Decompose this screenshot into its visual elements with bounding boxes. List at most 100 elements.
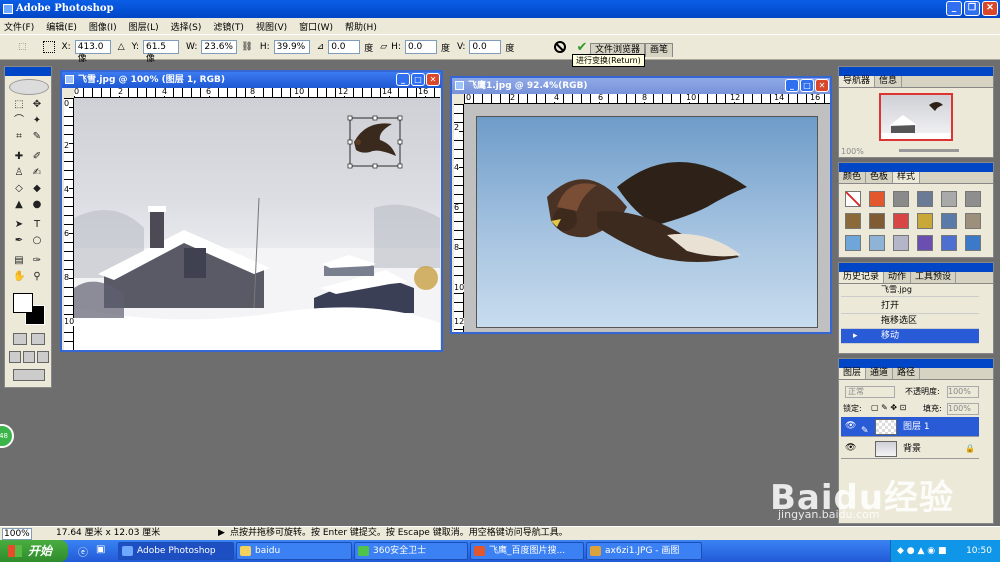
style-swatch[interactable] [845,235,861,251]
history-item-drag-selection[interactable]: 拖移选区 [841,314,979,329]
history-item-move[interactable]: ▸ 移动 [841,329,979,344]
doc1-title-bar[interactable]: 飞雪.jpg @ 100% (图层 1, RGB) _ □ ✕ [62,72,441,88]
tab-styles[interactable]: 样式 [893,172,921,183]
style-swatch[interactable] [845,213,861,229]
menu-edit[interactable]: 编辑(E) [46,20,77,33]
clone-stamp-icon[interactable]: ♙ [13,167,25,179]
doc2-maximize-icon[interactable]: □ [800,79,814,92]
menu-filter[interactable]: 滤镜(T) [213,20,244,33]
photoshop-logo-icon[interactable] [9,79,49,95]
brush-tool-icon[interactable]: ✐ [31,151,43,163]
menu-layer[interactable]: 图层(L) [129,20,159,33]
tab-color[interactable]: 颜色 [839,172,867,183]
standard-mode-icon[interactable] [13,333,27,345]
visibility-eye-icon[interactable]: 👁 [845,443,856,453]
style-swatch[interactable] [965,191,981,207]
slice-tool-icon[interactable]: ✎ [31,131,43,143]
blend-mode-select[interactable]: 正常 [845,386,895,398]
cancel-transform-icon[interactable] [554,41,567,53]
tab-info[interactable]: 信息 [875,76,903,87]
style-swatch[interactable] [917,235,933,251]
tab-actions[interactable]: 动作 [884,272,912,283]
task-paint[interactable]: ax6zi1.JPG - 画图 [586,542,702,560]
style-swatch[interactable] [965,213,981,229]
menu-file[interactable]: 文件(F) [4,20,34,33]
zoom-tool-icon[interactable]: ⚲ [31,271,43,283]
style-swatch[interactable] [845,191,861,207]
doc2-close-icon[interactable]: ✕ [815,79,829,92]
foreground-color-swatch[interactable] [13,293,33,313]
h-field[interactable]: 39.9% [273,40,310,54]
layer-row-background[interactable]: 👁 背景 🔒 [841,439,979,459]
style-swatch[interactable] [869,235,885,251]
screen-mode-full-menu-icon[interactable] [23,351,35,363]
doc1-maximize-icon[interactable]: □ [411,73,425,86]
document-window-eagle[interactable]: 飞鹰1.jpg @ 92.4%(RGB) _ □ ✕ 0 2 4 6 8 10 … [450,76,832,334]
eraser-tool-icon[interactable]: ◇ [13,183,25,195]
style-swatch[interactable] [941,191,957,207]
style-swatch[interactable] [941,213,957,229]
tab-navigator[interactable]: 导航器 [839,76,876,87]
fill-field[interactable]: 100% [947,403,979,415]
move-tool-icon[interactable]: ✥ [31,99,43,111]
screen-mode-full-icon[interactable] [37,351,49,363]
menu-window[interactable]: 窗口(W) [299,20,333,33]
dodge-tool-icon[interactable]: ● [31,199,43,211]
style-swatch[interactable] [917,213,933,229]
minimize-icon[interactable]: _ [946,1,962,16]
brushes-tab[interactable]: 画笔 [645,43,674,57]
rotate-field[interactable]: 0.0 [328,40,361,54]
style-swatch[interactable] [893,191,909,207]
history-brush-icon[interactable]: ✍ [31,167,43,179]
doc1-close-icon[interactable]: ✕ [426,73,440,86]
doc1-minimize-icon[interactable]: _ [396,73,410,86]
jump-to-imageready-icon[interactable] [13,369,45,381]
style-swatch[interactable] [869,213,885,229]
visibility-eye-icon[interactable]: 👁 [845,421,856,431]
style-swatch[interactable] [965,235,981,251]
vskew-field[interactable]: 0.0 [469,40,502,54]
type-tool-icon[interactable]: T [31,219,43,231]
w-field[interactable]: 23.6% [201,40,238,54]
doc2-minimize-icon[interactable]: _ [785,79,799,92]
tab-swatches[interactable]: 色板 [866,172,894,183]
healing-brush-icon[interactable]: ✚ [13,151,25,163]
side-badge[interactable]: 48 [0,424,14,448]
status-zoom-field[interactable]: 100% [2,528,32,540]
navigator-zoom[interactable]: 100% [841,147,864,156]
tab-tool-presets[interactable]: 工具预设 [911,272,957,283]
snow-scene-canvas[interactable] [74,98,440,350]
commit-transform-icon[interactable]: ✔ [576,40,587,55]
task-360[interactable]: 360安全卫士 [354,542,468,560]
eagle-canvas[interactable] [476,116,818,328]
close-icon[interactable]: ✕ [982,1,998,16]
document-window-snow[interactable]: 飞雪.jpg @ 100% (图层 1, RGB) _ □ ✕ 0 2 4 6 … [60,70,443,352]
style-swatch[interactable] [917,191,933,207]
quickmask-mode-icon[interactable] [31,333,45,345]
magic-wand-icon[interactable]: ✦ [31,115,43,127]
style-swatch[interactable] [893,235,909,251]
menu-help[interactable]: 帮助(H) [345,20,377,33]
hskew-field[interactable]: 0.0 [404,40,437,54]
menu-view[interactable]: 视图(V) [256,20,287,33]
navigator-zoom-slider[interactable] [899,149,959,152]
notes-tool-icon[interactable]: ▤ [13,255,25,267]
path-selection-icon[interactable]: ➤ [13,219,25,231]
tab-paths[interactable]: 路径 [893,368,921,379]
lock-icons[interactable]: ▢ ✎ ✥ ⊡ [871,403,906,412]
tab-channels[interactable]: 通道 [866,368,894,379]
y-field[interactable]: 61.5 像 [142,40,179,64]
opacity-field[interactable]: 100% [947,386,979,398]
navigator-thumbnail[interactable] [879,93,953,141]
marquee-tool-icon[interactable]: ⬚ [13,99,25,111]
layer-row-layer1[interactable]: 👁 ✎ 图层 1 [841,417,979,437]
blur-tool-icon[interactable]: ▲ [13,199,25,211]
history-item-open[interactable]: 打开 [841,299,979,314]
shape-tool-icon[interactable]: ○ [31,235,43,247]
tab-layers[interactable]: 图层 [839,368,867,379]
task-browser[interactable]: 飞鹰_百度图片搜... [470,542,584,560]
paint-bucket-icon[interactable]: ◆ [31,183,43,195]
menu-select[interactable]: 选择(S) [171,20,202,33]
start-button[interactable]: 开始 [0,540,68,562]
screen-mode-standard-icon[interactable] [9,351,21,363]
